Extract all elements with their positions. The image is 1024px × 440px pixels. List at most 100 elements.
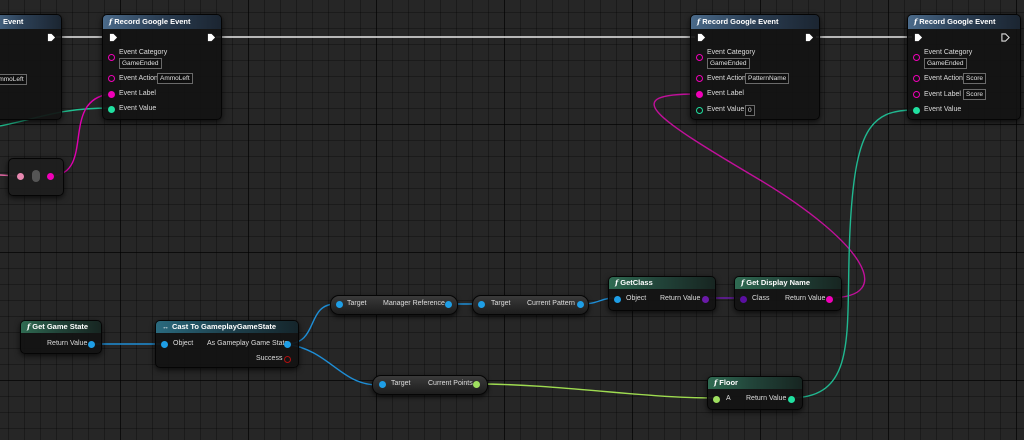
event-category-pin[interactable] (108, 54, 115, 61)
current-pattern-node[interactable]: Target Current Pattern (472, 295, 589, 315)
manager-reference-pin[interactable] (445, 301, 452, 308)
node-title: f Record Google Event (103, 15, 221, 29)
node-title: f GetClass (609, 277, 715, 289)
int-wire (789, 109, 915, 399)
event-category-pin[interactable] (913, 54, 920, 61)
event-action-pin[interactable] (108, 75, 115, 82)
event-action-value[interactable]: AmmoLeft (157, 73, 193, 84)
event-value-label: Event Value (119, 105, 157, 112)
target-pin[interactable] (379, 381, 386, 388)
exec-out-pin[interactable] (47, 33, 56, 42)
event-label-pin[interactable] (913, 91, 920, 98)
string-wire (653, 93, 866, 299)
event-action-label: Event Action (924, 75, 963, 82)
floor-node[interactable]: f Floor A Return Value (707, 376, 803, 410)
get-display-name-node[interactable]: f Get Display Name Class Return Value (734, 276, 842, 311)
event-label-pin[interactable] (696, 91, 703, 98)
return-value-pin[interactable] (826, 296, 833, 303)
node-title: Event (0, 15, 61, 29)
record-google-event-node[interactable]: f Record Google Event Event Category Game… (102, 14, 222, 120)
event-category-value[interactable]: GameEnded (707, 58, 750, 69)
float-wire (475, 383, 715, 399)
event-action-value[interactable]: Score (963, 73, 986, 84)
as-gameplay-game-state-pin[interactable] (284, 341, 291, 348)
record-google-event-node[interactable]: f Record Google Event Event Category Game… (690, 14, 820, 120)
node-title: ↔ Cast To GameplayGameState (156, 321, 298, 333)
object-pin[interactable] (614, 296, 621, 303)
reroute-node[interactable] (8, 158, 64, 196)
string-out-pin[interactable] (47, 173, 54, 180)
node-title: f Record Google Event (908, 15, 1020, 29)
object-label: Object (626, 295, 647, 302)
event-label-pin[interactable] (108, 91, 115, 98)
current-points-node[interactable]: Target Current Points (372, 375, 488, 395)
exec-in-pin[interactable] (697, 33, 706, 42)
exec-out-pin[interactable] (805, 33, 814, 42)
object-label: Object (173, 340, 194, 347)
node-title: f Record Google Event (691, 15, 819, 29)
event-category-label: Event Category (707, 49, 756, 56)
object-wire (285, 343, 379, 386)
target-pin[interactable] (336, 301, 343, 308)
event-label-label: Event Label (119, 90, 156, 97)
manager-reference-node[interactable]: Target Manager Reference (330, 295, 458, 315)
class-label: Class (752, 295, 770, 302)
event-label-label: Event Label (924, 91, 961, 98)
event-action-label: Event Action (119, 75, 158, 82)
exec-out-pin[interactable] (1001, 33, 1010, 42)
event-action-pin[interactable] (696, 75, 703, 82)
get-game-state-node[interactable]: f Get Game State Return Value (20, 320, 102, 354)
event-category-value[interactable]: GameEnded (119, 58, 162, 69)
return-value-label: Return Value (660, 295, 701, 302)
current-pattern-label: Current Pattern (527, 300, 575, 307)
node-title: f Get Display Name (735, 277, 841, 289)
class-pin[interactable] (740, 296, 747, 303)
exec-in-pin[interactable] (914, 33, 923, 42)
exec-in-pin[interactable] (109, 33, 118, 42)
event-value-pin[interactable] (696, 107, 703, 114)
target-label: Target (391, 380, 411, 387)
event-category-label: Event Category (924, 49, 973, 56)
object-pin[interactable] (161, 341, 168, 348)
event-category-value[interactable]: GameEnded (924, 58, 967, 69)
node-title: f Floor (708, 377, 802, 389)
event-category-pin[interactable] (696, 54, 703, 61)
target-label: Target (491, 300, 511, 307)
as-gameplay-game-state-label: As Gameplay Game State (207, 340, 289, 347)
event-value-label: Event Value (707, 106, 745, 113)
string-in-pin[interactable] (17, 173, 24, 180)
reroute-knot[interactable] (32, 170, 40, 182)
record-event-node-partial[interactable]: Event AmmoLeft (0, 14, 62, 120)
a-label: A (726, 395, 731, 402)
event-action-pin[interactable] (913, 75, 920, 82)
event-action-label: Event Action (707, 75, 746, 82)
return-value-label: Return Value (785, 295, 826, 302)
event-label-label: Event Label (707, 90, 744, 97)
event-value-pin[interactable] (108, 106, 115, 113)
event-value-pin[interactable] (913, 107, 920, 114)
event-value-input[interactable]: 0 (745, 105, 755, 116)
a-pin[interactable] (713, 396, 720, 403)
return-value-label: Return Value (746, 395, 787, 402)
node-title: f Get Game State (21, 321, 101, 333)
record-google-event-node[interactable]: f Record Google Event Event Category Game… (907, 14, 1021, 120)
success-label: Success (256, 355, 283, 362)
get-class-node[interactable]: f GetClass Object Return Value (608, 276, 716, 311)
cast-to-gameplay-game-state-node[interactable]: ↔ Cast To GameplayGameState Object As Gam… (155, 320, 299, 368)
event-value-label: Event Value (924, 106, 962, 113)
target-label: Target (347, 300, 367, 307)
target-pin[interactable] (478, 301, 485, 308)
success-pin[interactable] (284, 356, 291, 363)
return-value-label: Return Value (47, 340, 88, 347)
current-points-label: Current Points (428, 380, 473, 387)
event-category-label: Event Category (119, 49, 168, 56)
current-points-pin[interactable] (473, 381, 480, 388)
current-pattern-pin[interactable] (577, 301, 584, 308)
return-value-pin[interactable] (788, 396, 795, 403)
event-action-value[interactable]: PatternName (745, 73, 790, 84)
return-value-pin[interactable] (88, 341, 95, 348)
event-action-value[interactable]: AmmoLeft (0, 74, 27, 85)
return-value-pin[interactable] (702, 296, 709, 303)
exec-out-pin[interactable] (207, 33, 216, 42)
event-label-value[interactable]: Score (963, 89, 986, 100)
